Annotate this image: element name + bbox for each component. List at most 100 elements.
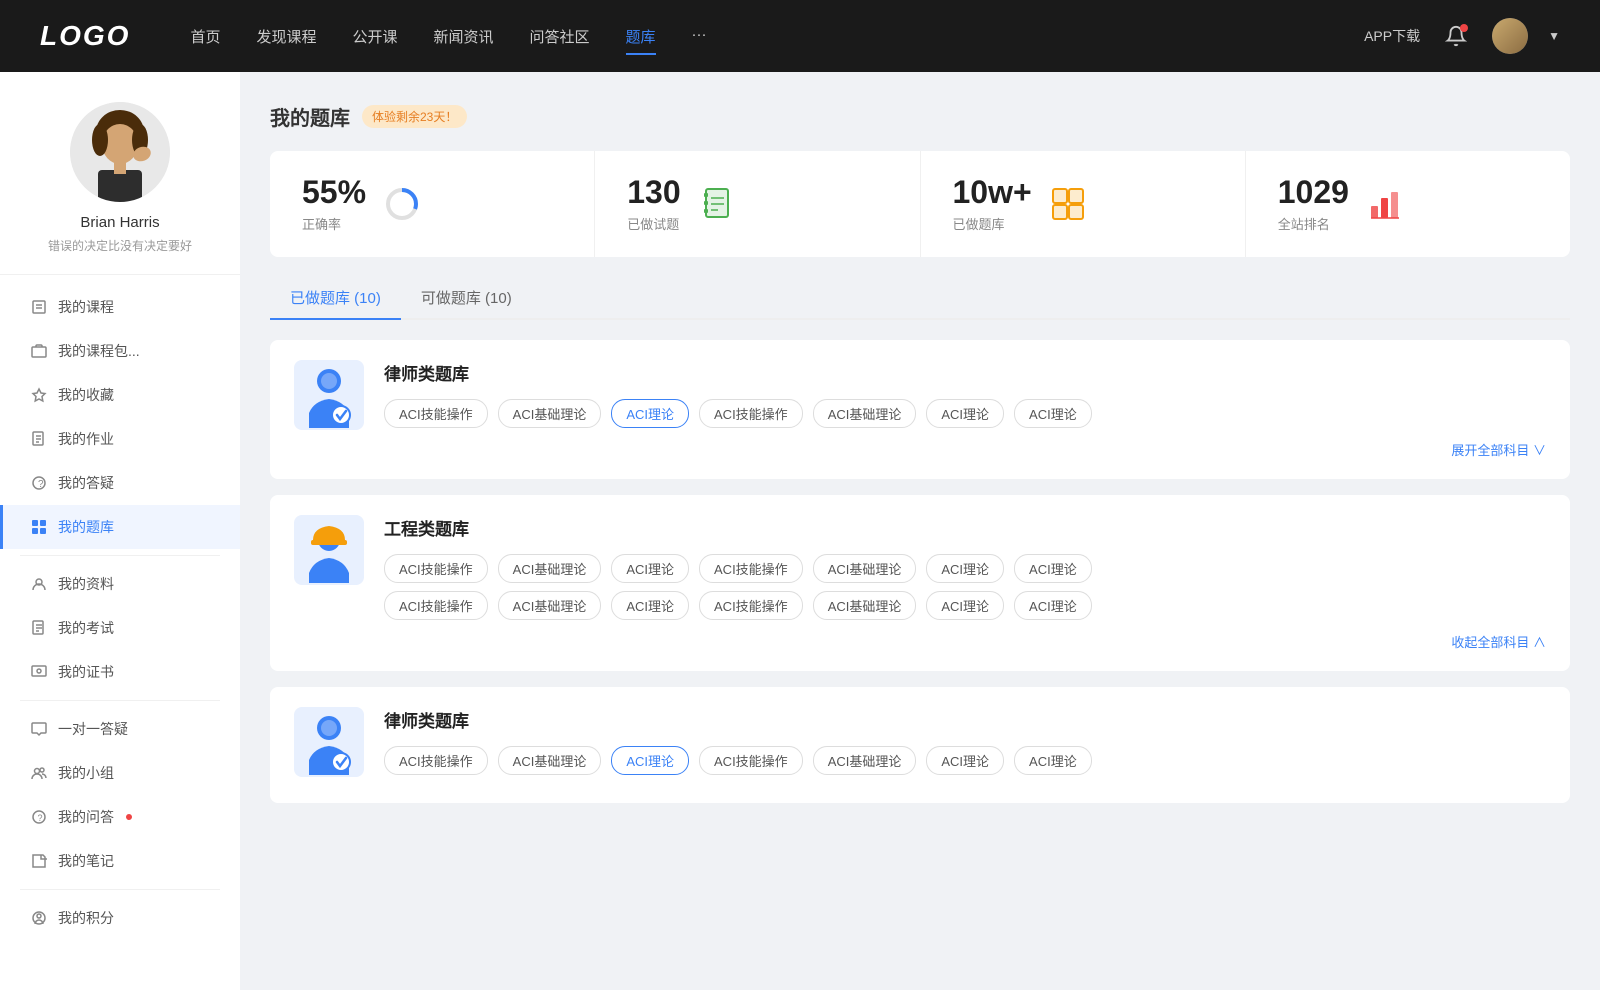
nav-qa[interactable]: 问答社区 xyxy=(530,22,590,51)
nav-news[interactable]: 新闻资讯 xyxy=(434,22,494,51)
sidebar-item-points[interactable]: 我的积分 xyxy=(0,896,240,940)
logo[interactable]: LOGO xyxy=(40,20,130,52)
sidebar-item-homework[interactable]: 我的作业 xyxy=(0,417,240,461)
sidebar-item-answers[interactable]: ? 我的答疑 xyxy=(0,461,240,505)
nav-more[interactable]: ··· xyxy=(692,22,707,51)
sidebar-item-profile[interactable]: 我的资料 xyxy=(0,562,240,606)
qbank-card-lawyer-1: 律师类题库 ACI技能操作 ACI基础理论 ACI理论 ACI技能操作 ACI基… xyxy=(270,340,1570,479)
stat-accuracy-label: 正确率 xyxy=(302,214,366,233)
qbank-lawyer-tags-2: ACI技能操作 ACI基础理论 ACI理论 ACI技能操作 ACI基础理论 AC… xyxy=(384,746,1546,775)
sidebar-item-my-qa[interactable]: ? 我的问答 xyxy=(0,795,240,839)
trial-badge: 体验剩余23天！ xyxy=(362,105,467,128)
sidebar-item-group[interactable]: 我的小组 xyxy=(0,751,240,795)
tab-done[interactable]: 已做题库 (10) xyxy=(270,277,401,318)
tag-4[interactable]: ACI基础理论 xyxy=(813,399,917,428)
tag-6[interactable]: ACI理论 xyxy=(1014,399,1092,428)
sidebar-item-course-package[interactable]: 我的课程包... xyxy=(0,329,240,373)
eng-tag-4[interactable]: ACI基础理论 xyxy=(813,554,917,583)
eng-tag-6[interactable]: ACI理论 xyxy=(1014,554,1092,583)
sidebar-label-favorites: 我的收藏 xyxy=(58,385,114,405)
nav-discover[interactable]: 发现课程 xyxy=(256,22,316,51)
sidebar-item-qbank[interactable]: 我的题库 xyxy=(0,505,240,549)
sidebar-item-my-course[interactable]: 我的课程 xyxy=(0,285,240,329)
eng-tag-2[interactable]: ACI理论 xyxy=(611,554,689,583)
app-download-button[interactable]: APP下载 xyxy=(1364,26,1420,46)
eng2-tag-0[interactable]: ACI技能操作 xyxy=(384,591,488,620)
notification-bell[interactable] xyxy=(1440,20,1472,52)
l2-tag-0[interactable]: ACI技能操作 xyxy=(384,746,488,775)
tab-available[interactable]: 可做题库 (10) xyxy=(401,277,532,318)
stat-accuracy-info: 55% 正确率 xyxy=(302,175,366,233)
favorites-icon xyxy=(30,386,48,404)
sidebar-item-favorites[interactable]: 我的收藏 xyxy=(0,373,240,417)
qbank-lawyer-icon-1 xyxy=(294,360,364,430)
qbank-lawyer-tags-1: ACI技能操作 ACI基础理论 ACI理论 ACI技能操作 ACI基础理论 AC… xyxy=(384,399,1546,428)
sidebar-label-profile: 我的资料 xyxy=(58,574,114,594)
homework-icon xyxy=(30,430,48,448)
l2-tag-5[interactable]: ACI理论 xyxy=(926,746,1004,775)
sidebar-label-my-course: 我的课程 xyxy=(58,297,114,317)
page-layout: Brian Harris 错误的决定比没有决定要好 我的课程 xyxy=(0,72,1600,990)
l2-tag-6[interactable]: ACI理论 xyxy=(1014,746,1092,775)
nav-qbank[interactable]: 题库 xyxy=(626,22,656,51)
sidebar-label-homework: 我的作业 xyxy=(58,429,114,449)
sidebar-menu: 我的课程 我的课程包... 我的收藏 xyxy=(0,275,240,950)
sidebar-username: Brian Harris xyxy=(80,214,159,231)
stat-done-banks: 10w+ 已做题库 xyxy=(921,151,1246,257)
page-header: 我的题库 体验剩余23天！ xyxy=(270,102,1570,131)
qbank-lawyer-expand-1[interactable]: 展开全部科目 ∨ xyxy=(384,436,1546,459)
sidebar-item-notes[interactable]: 我的笔记 xyxy=(0,839,240,883)
nav-openclass[interactable]: 公开课 xyxy=(352,22,397,51)
qbank-engineer-tags-row2: ACI技能操作 ACI基础理论 ACI理论 ACI技能操作 ACI基础理论 AC… xyxy=(384,591,1546,620)
navbar: LOGO 首页 发现课程 公开课 新闻资讯 问答社区 题库 ··· APP下载 … xyxy=(0,0,1600,72)
user-avatar[interactable] xyxy=(1492,18,1528,54)
tag-2[interactable]: ACI理论 xyxy=(611,399,689,428)
l2-tag-1[interactable]: ACI基础理论 xyxy=(498,746,602,775)
tag-1[interactable]: ACI基础理论 xyxy=(498,399,602,428)
qbank-lawyer-title-1: 律师类题库 xyxy=(384,360,1546,385)
tag-0[interactable]: ACI技能操作 xyxy=(384,399,488,428)
eng2-tag-4[interactable]: ACI基础理论 xyxy=(813,591,917,620)
user-menu-chevron[interactable]: ▼ xyxy=(1548,29,1560,43)
stat-rank: 1029 全站排名 xyxy=(1246,151,1570,257)
stats-row: 55% 正确率 130 已做试题 xyxy=(270,151,1570,257)
questions-icon xyxy=(697,184,737,224)
page-title: 我的题库 xyxy=(270,102,350,131)
banks-icon xyxy=(1048,184,1088,224)
nav-right: APP下载 ▼ xyxy=(1364,18,1560,54)
qbank-card-engineer: 工程类题库 ACI技能操作 ACI基础理论 ACI理论 ACI技能操作 ACI基… xyxy=(270,495,1570,671)
l2-tag-2[interactable]: ACI理论 xyxy=(611,746,689,775)
eng-tag-3[interactable]: ACI技能操作 xyxy=(699,554,803,583)
qbank-engineer-body: 工程类题库 ACI技能操作 ACI基础理论 ACI理论 ACI技能操作 ACI基… xyxy=(384,515,1546,651)
qa-notification-dot xyxy=(126,814,132,820)
nav-home[interactable]: 首页 xyxy=(190,22,220,51)
qbank-lawyer-title-2: 律师类题库 xyxy=(384,707,1546,732)
eng-tag-0[interactable]: ACI技能操作 xyxy=(384,554,488,583)
notes-icon xyxy=(30,852,48,870)
tag-5[interactable]: ACI理论 xyxy=(926,399,1004,428)
qbank-engineer-tags-row1: ACI技能操作 ACI基础理论 ACI理论 ACI技能操作 ACI基础理论 AC… xyxy=(384,554,1546,583)
eng2-tag-1[interactable]: ACI基础理论 xyxy=(498,591,602,620)
tag-3[interactable]: ACI技能操作 xyxy=(699,399,803,428)
qbank-engineer-expand[interactable]: 收起全部科目 ∧ xyxy=(384,628,1546,651)
eng2-tag-5[interactable]: ACI理论 xyxy=(926,591,1004,620)
sidebar-item-private-qa[interactable]: 一对一答疑 xyxy=(0,707,240,751)
sidebar-item-certificate[interactable]: 我的证书 xyxy=(0,650,240,694)
sidebar-profile: Brian Harris 错误的决定比没有决定要好 xyxy=(0,72,240,275)
qbank-lawyer-body-1: 律师类题库 ACI技能操作 ACI基础理论 ACI理论 ACI技能操作 ACI基… xyxy=(384,360,1546,459)
stat-done-questions: 130 已做试题 xyxy=(595,151,920,257)
eng2-tag-2[interactable]: ACI理论 xyxy=(611,591,689,620)
sidebar: Brian Harris 错误的决定比没有决定要好 我的课程 xyxy=(0,72,240,990)
course-icon xyxy=(30,298,48,316)
eng2-tag-6[interactable]: ACI理论 xyxy=(1014,591,1092,620)
l2-tag-4[interactable]: ACI基础理论 xyxy=(813,746,917,775)
main-content: 我的题库 体验剩余23天！ 55% 正确率 xyxy=(240,72,1600,990)
eng2-tag-3[interactable]: ACI技能操作 xyxy=(699,591,803,620)
sidebar-item-exam[interactable]: 我的考试 xyxy=(0,606,240,650)
eng-tag-1[interactable]: ACI基础理论 xyxy=(498,554,602,583)
sidebar-label-certificate: 我的证书 xyxy=(58,662,114,682)
rank-icon xyxy=(1365,184,1405,224)
eng-tag-5[interactable]: ACI理论 xyxy=(926,554,1004,583)
l2-tag-3[interactable]: ACI技能操作 xyxy=(699,746,803,775)
stat-accuracy-value: 55% xyxy=(302,175,366,210)
